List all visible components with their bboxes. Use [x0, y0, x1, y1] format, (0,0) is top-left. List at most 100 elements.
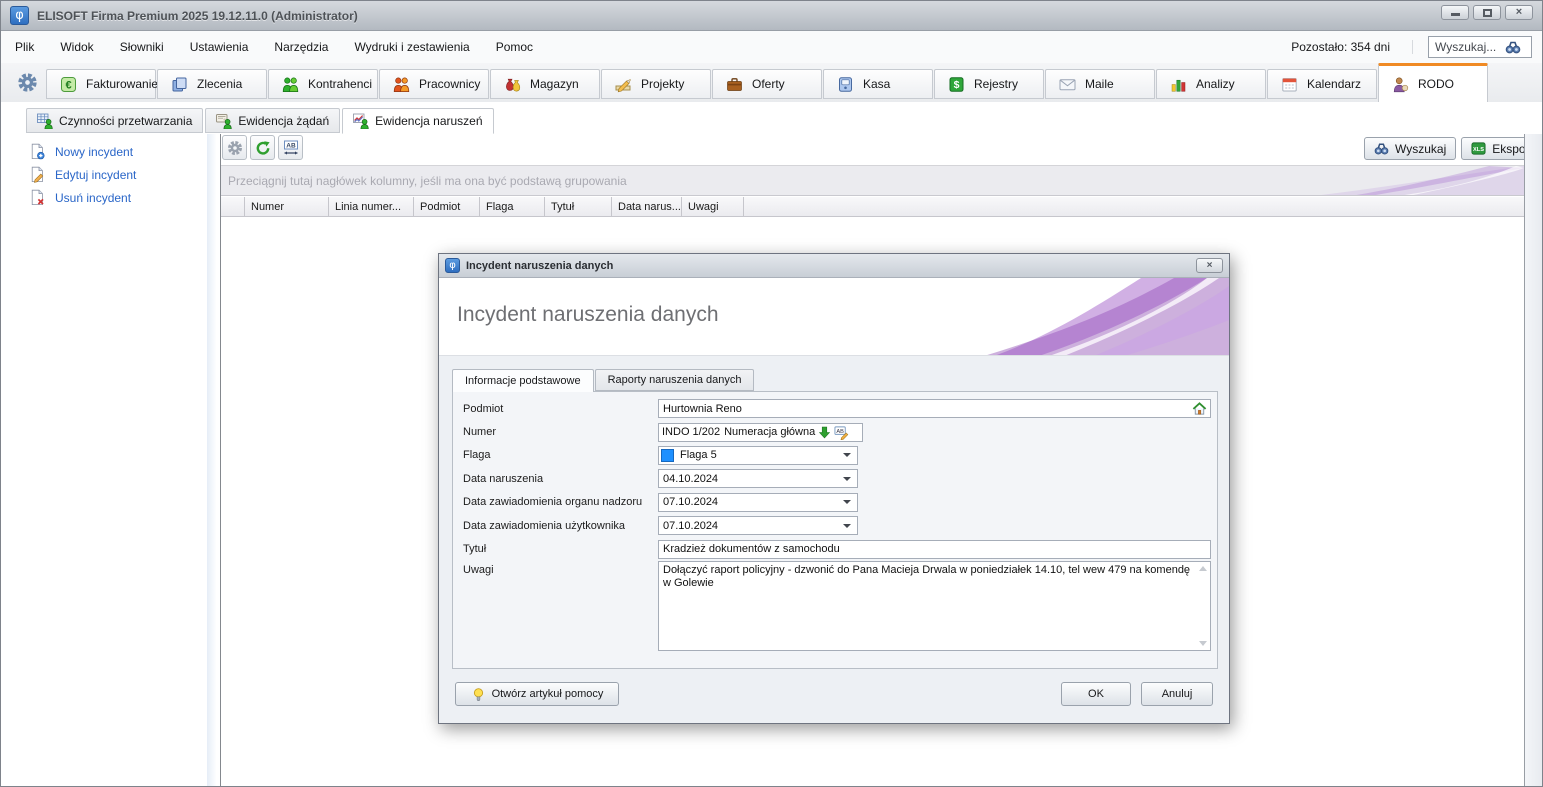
- close-icon: ×: [1207, 261, 1213, 271]
- chevron-down-icon[interactable]: [843, 524, 851, 528]
- search-binoculars-icon: [1374, 141, 1389, 156]
- minimize-icon: [1451, 13, 1460, 16]
- sidebar-item-usun-incydent[interactable]: Usuń incydent: [29, 186, 136, 209]
- column-header-numer[interactable]: Numer: [245, 197, 329, 216]
- column-header-uwagi[interactable]: Uwagi: [682, 197, 744, 216]
- lightbulb-icon: [471, 687, 486, 702]
- numbering-edit-icon[interactable]: AB: [834, 425, 849, 440]
- subtab-czynnosci-przetwarzania[interactable]: Czynności przetwarzania: [26, 108, 203, 133]
- tab-projekty[interactable]: Projekty: [601, 69, 711, 99]
- tytul-input[interactable]: [659, 541, 1210, 558]
- chevron-down-icon[interactable]: [843, 500, 851, 504]
- menu-ustawienia[interactable]: Ustawienia: [177, 40, 262, 54]
- svg-text:AB: AB: [837, 428, 845, 434]
- data-uzytkownika-datepicker[interactable]: [658, 516, 858, 535]
- minimize-button[interactable]: [1441, 5, 1469, 20]
- subtab-ewidencja-zadan[interactable]: Ewidencja żądań: [205, 108, 340, 133]
- xls-export-icon: XLS: [1471, 141, 1486, 156]
- dialog-title-bar[interactable]: φ Incydent naruszenia danych ×: [439, 254, 1229, 278]
- form-row-tytul: Tytuł: [453, 537, 1217, 560]
- scroll-down-icon[interactable]: [1199, 641, 1207, 646]
- numbering-next-icon[interactable]: [819, 426, 830, 439]
- numer-numbering-line[interactable]: Numeracja główna: [724, 426, 815, 438]
- flaga-dropdown[interactable]: Flaga 5: [658, 446, 858, 465]
- tab-kalendarz[interactable]: Kalendarz: [1267, 69, 1377, 99]
- data-organu-input[interactable]: [659, 494, 843, 511]
- refresh-icon: [255, 140, 271, 156]
- grid-group-panel[interactable]: Przeciągnij tutaj nagłówek kolumny, jeśl…: [221, 165, 1524, 196]
- column-header-linia-numeracji[interactable]: Linia numer...: [329, 197, 414, 216]
- cancel-button[interactable]: Anuluj: [1141, 682, 1213, 706]
- chevron-down-icon[interactable]: [843, 477, 851, 481]
- podmiot-input[interactable]: [659, 400, 1192, 417]
- tab-zlecenia[interactable]: Zlecenia: [157, 69, 267, 99]
- grid-refresh-button[interactable]: [250, 135, 275, 160]
- tytul-field[interactable]: [658, 540, 1211, 559]
- maximize-button[interactable]: [1473, 5, 1501, 20]
- tab-maile[interactable]: Maile: [1045, 69, 1155, 99]
- column-header-podmiot[interactable]: Podmiot: [414, 197, 480, 216]
- menu-wydruki[interactable]: Wydruki i zestawienia: [341, 40, 482, 54]
- podmiot-home-button[interactable]: [1192, 401, 1207, 417]
- gear-icon: [227, 140, 243, 156]
- podmiot-field[interactable]: [658, 399, 1211, 418]
- dialog-tab-informacje-podstawowe[interactable]: Informacje podstawowe: [452, 369, 594, 392]
- tab-oferty[interactable]: Oferty: [712, 69, 822, 99]
- menu-plik[interactable]: Plik: [1, 40, 47, 54]
- window-title: ELISOFT Firma Premium 2025 19.12.11.0 (A…: [37, 9, 358, 23]
- dialog-title: Incydent naruszenia danych: [466, 260, 613, 272]
- tab-fakturowanie[interactable]: € Fakturowanie: [46, 69, 156, 99]
- data-naruszenia-input[interactable]: [659, 470, 843, 487]
- menu-slowniki[interactable]: Słowniki: [107, 40, 177, 54]
- menu-pomoc[interactable]: Pomoc: [483, 40, 546, 54]
- euro-icon: €: [60, 76, 77, 93]
- tab-analizy[interactable]: Analizy: [1156, 69, 1266, 99]
- data-uzytkownika-input[interactable]: [659, 517, 843, 534]
- column-header-tytul[interactable]: Tytuł: [545, 197, 612, 216]
- search-binoculars-icon[interactable]: [1505, 39, 1521, 55]
- dialog-tab-raporty-naruszenia[interactable]: Raporty naruszenia danych: [595, 369, 755, 391]
- subtab-ewidencja-naruszen[interactable]: Ewidencja naruszeń: [342, 108, 493, 134]
- grid-customize-button[interactable]: [222, 135, 247, 160]
- data-naruszenia-datepicker[interactable]: [658, 469, 858, 488]
- menu-narzedzia[interactable]: Narzędzia: [261, 40, 341, 54]
- tab-kasa[interactable]: Kasa: [823, 69, 933, 99]
- column-header-data-naruszenia[interactable]: Data narus...: [612, 197, 682, 216]
- tab-magazyn[interactable]: Magazyn: [490, 69, 600, 99]
- dialog-close-button[interactable]: ×: [1196, 258, 1223, 273]
- tab-rodo[interactable]: RODO: [1378, 63, 1488, 102]
- column-header-flaga[interactable]: Flaga: [480, 197, 545, 216]
- grid-toolbar: AB: [222, 135, 303, 160]
- global-search-box[interactable]: [1428, 36, 1532, 58]
- dialog-body: Informacje podstawowe Raporty naruszenia…: [439, 356, 1229, 723]
- ok-button[interactable]: OK: [1061, 682, 1131, 706]
- chevron-down-icon[interactable]: [843, 453, 851, 457]
- menu-widok[interactable]: Widok: [47, 40, 106, 54]
- group-panel-wave-decoration: [1284, 166, 1524, 196]
- grid-person-icon: [37, 113, 53, 129]
- tab-kontrahenci[interactable]: Kontrahenci: [268, 69, 378, 99]
- dialog-banner: Incydent naruszenia danych: [439, 278, 1229, 356]
- search-input[interactable]: [1429, 40, 1505, 54]
- gear-icon[interactable]: [17, 72, 38, 93]
- pencil-ruler-icon: [615, 76, 632, 93]
- tab-rejestry[interactable]: $ Rejestry: [934, 69, 1044, 99]
- data-organu-datepicker[interactable]: [658, 493, 858, 512]
- numer-value[interactable]: INDO 1/202: [662, 426, 720, 438]
- ribbon-tabs: € Fakturowanie Zlecenia Kontrahenci Prac…: [46, 63, 1489, 102]
- sidebar-item-edytuj-incydent[interactable]: Edytuj incydent: [29, 163, 136, 186]
- sidebar-item-nowy-incydent[interactable]: Nowy incydent: [29, 140, 136, 163]
- scroll-up-icon[interactable]: [1199, 566, 1207, 571]
- numer-field[interactable]: INDO 1/202 Numeracja główna AB: [658, 423, 863, 442]
- uwagi-memo[interactable]: Dołączyć raport policyjny - dzwonić do P…: [658, 561, 1211, 651]
- close-button[interactable]: ×: [1505, 5, 1533, 20]
- cash-register-icon: [837, 76, 854, 93]
- grid-bestfit-button[interactable]: AB: [278, 135, 303, 160]
- form-row-data-naruszenia: Data naruszenia: [453, 467, 1217, 490]
- uwagi-textarea[interactable]: Dołączyć raport policyjny - dzwonić do P…: [659, 562, 1210, 650]
- uwagi-label: Uwagi: [463, 561, 658, 576]
- tab-pracownicy[interactable]: Pracownicy: [379, 69, 489, 99]
- documents-icon: [171, 76, 188, 93]
- open-help-article-button[interactable]: Otwórz artykuł pomocy: [455, 682, 619, 706]
- grid-search-button[interactable]: Wyszukaj: [1364, 137, 1456, 160]
